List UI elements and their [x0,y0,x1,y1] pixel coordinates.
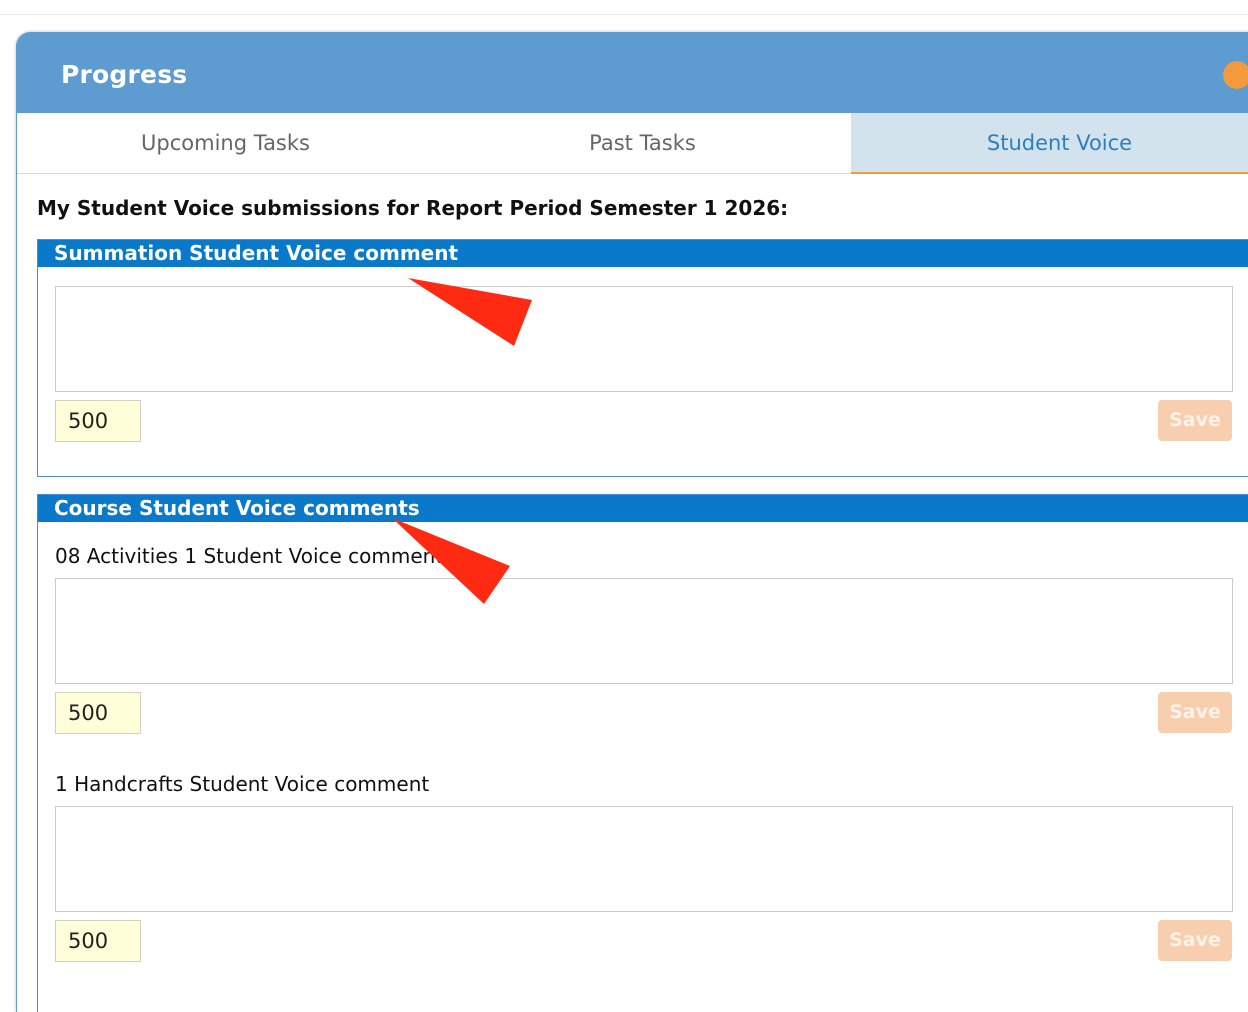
status-dot-icon [1223,61,1248,89]
course-section: Course Student Voice comments 08 Activit… [37,494,1248,1012]
tab-student-voice[interactable]: Student Voice [851,113,1248,174]
course-save-button-2[interactable]: Save [1158,920,1232,961]
panel-title: Progress [61,60,188,89]
course-char-counter-2: 500 [55,920,141,962]
tab-past-tasks[interactable]: Past Tasks [434,113,851,173]
summation-save-button[interactable]: Save [1158,400,1232,441]
course-comment-input-2[interactable] [55,806,1233,912]
course-comment-input-1[interactable] [55,578,1233,684]
top-strip [0,0,1248,15]
progress-panel: Progress Upcoming Tasks Past Tasks Stude… [16,32,1248,1012]
page-heading: My Student Voice submissions for Report … [37,196,789,220]
summation-comment-input[interactable] [55,286,1233,392]
course-save-button-1[interactable]: Save [1158,692,1232,733]
summation-section-title: Summation Student Voice comment [38,240,1248,267]
tab-bar: Upcoming Tasks Past Tasks Student Voice [17,113,1248,174]
course-section-title: Course Student Voice comments [38,495,1248,522]
summation-section: Summation Student Voice comment 500 Save [37,239,1248,477]
course-item-label: 1 Handcrafts Student Voice comment [55,772,430,796]
course-item-label: 08 Activities 1 Student Voice comment [55,544,444,568]
tab-upcoming-tasks[interactable]: Upcoming Tasks [17,113,434,173]
course-char-counter-1: 500 [55,692,141,734]
panel-header: Progress [17,32,1248,113]
summation-char-counter: 500 [55,400,141,442]
